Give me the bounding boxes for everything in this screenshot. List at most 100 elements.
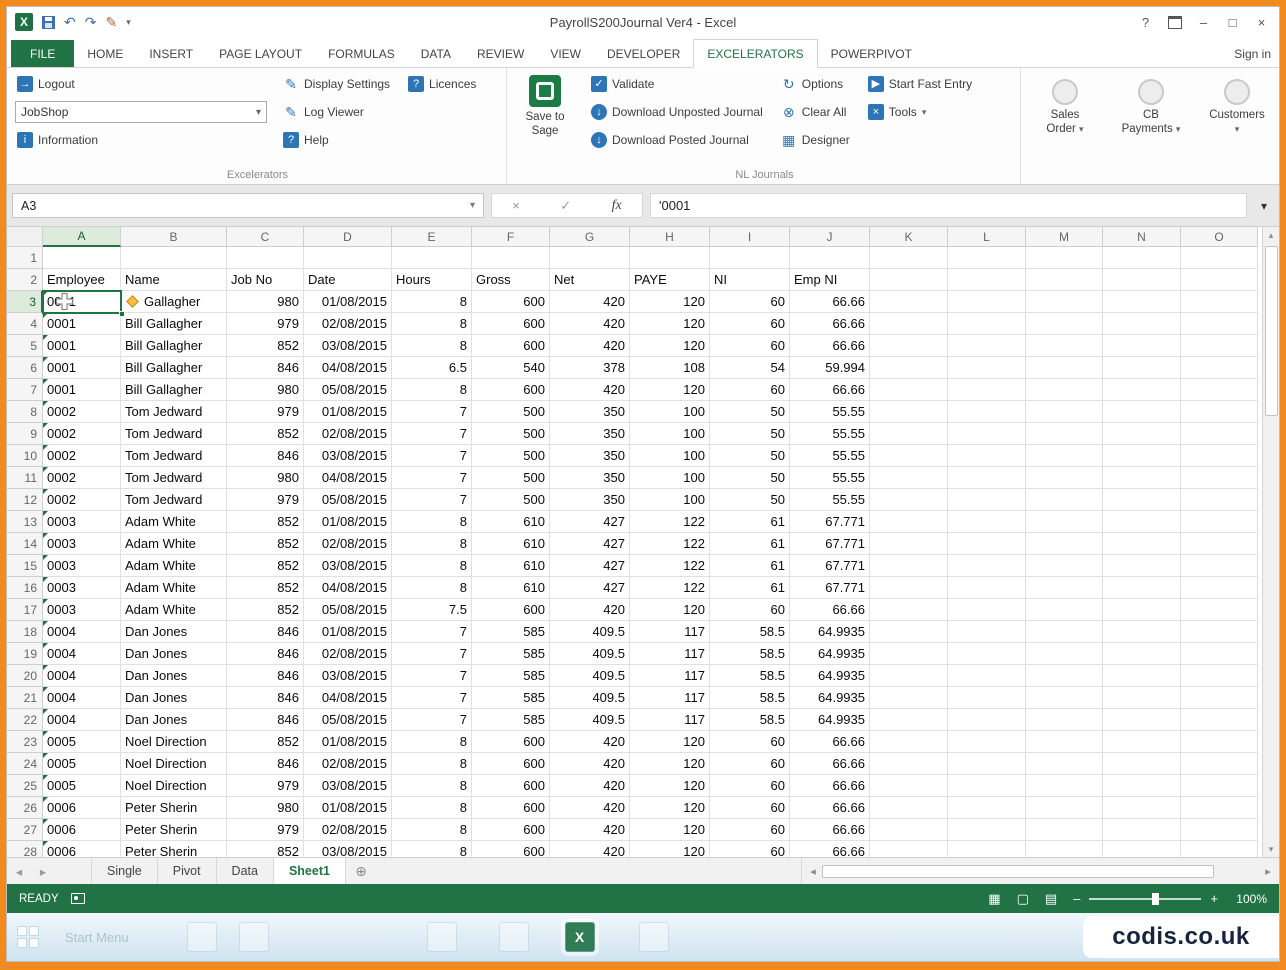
cell-L10[interactable]	[948, 445, 1026, 467]
cell-O23[interactable]	[1181, 731, 1258, 753]
cell-K21[interactable]	[870, 687, 948, 709]
cell-F11[interactable]: 500	[472, 467, 550, 489]
cell-E23[interactable]: 8	[392, 731, 472, 753]
cell-H5[interactable]: 120	[630, 335, 710, 357]
cell-K23[interactable]	[870, 731, 948, 753]
sheet-tab-data[interactable]: Data	[217, 858, 274, 884]
cell-C21[interactable]: 846	[227, 687, 304, 709]
browser-icon[interactable]	[499, 922, 529, 952]
cell-K26[interactable]	[870, 797, 948, 819]
excel-taskbar-icon[interactable]: X	[565, 922, 595, 952]
cell-G24[interactable]: 420	[550, 753, 630, 775]
column-header-K[interactable]: K	[870, 227, 948, 247]
cell-J21[interactable]: 64.9935	[790, 687, 870, 709]
undo-icon[interactable]: ↶	[64, 15, 76, 29]
sheet-nav-right-icon[interactable]: ▸	[31, 858, 55, 884]
tools-dropdown-button[interactable]: × Tools ▾	[866, 101, 974, 123]
cell-F7[interactable]: 600	[472, 379, 550, 401]
cell-E9[interactable]: 7	[392, 423, 472, 445]
cell-N6[interactable]	[1103, 357, 1181, 379]
cell-B5[interactable]: Bill Gallagher	[121, 335, 227, 357]
cell-D26[interactable]: 01/08/2015	[304, 797, 392, 819]
cell-O19[interactable]	[1181, 643, 1258, 665]
row-header-1[interactable]: 1	[7, 247, 43, 269]
cell-A21[interactable]: 0004	[43, 687, 121, 709]
cell-O15[interactable]	[1181, 555, 1258, 577]
cell-G2[interactable]: Net	[550, 269, 630, 291]
cell-E20[interactable]: 7	[392, 665, 472, 687]
cell-N2[interactable]	[1103, 269, 1181, 291]
cell-J2[interactable]: Emp NI	[790, 269, 870, 291]
row-header-11[interactable]: 11	[7, 467, 43, 489]
cell-G22[interactable]: 409.5	[550, 709, 630, 731]
cell-O5[interactable]	[1181, 335, 1258, 357]
sheet-nav-left-icon[interactable]: ◂	[7, 858, 31, 884]
restore-icon[interactable]: □	[1219, 11, 1246, 33]
cell-E2[interactable]: Hours	[392, 269, 472, 291]
cell-M22[interactable]	[1026, 709, 1103, 731]
cell-M28[interactable]	[1026, 841, 1103, 857]
cell-N15[interactable]	[1103, 555, 1181, 577]
cell-G26[interactable]: 420	[550, 797, 630, 819]
tab-home[interactable]: HOME	[74, 40, 136, 67]
cell-A22[interactable]: 0004	[43, 709, 121, 731]
cell-O22[interactable]	[1181, 709, 1258, 731]
cell-B25[interactable]: Noel Direction	[121, 775, 227, 797]
cell-M23[interactable]	[1026, 731, 1103, 753]
cell-K1[interactable]	[870, 247, 948, 269]
cell-M4[interactable]	[1026, 313, 1103, 335]
cell-A13[interactable]: 0003	[43, 511, 121, 533]
cell-A27[interactable]: 0006	[43, 819, 121, 841]
cell-I10[interactable]: 50	[710, 445, 790, 467]
cell-L3[interactable]	[948, 291, 1026, 313]
cell-D3[interactable]: 01/08/2015	[304, 291, 392, 313]
cell-D15[interactable]: 03/08/2015	[304, 555, 392, 577]
row-header-26[interactable]: 26	[7, 797, 43, 819]
cell-C7[interactable]: 980	[227, 379, 304, 401]
name-box[interactable]: A3 ▾	[12, 193, 484, 218]
cell-H9[interactable]: 100	[630, 423, 710, 445]
cell-O26[interactable]	[1181, 797, 1258, 819]
cell-N5[interactable]	[1103, 335, 1181, 357]
clipboard-icon[interactable]	[239, 922, 269, 952]
cell-I1[interactable]	[710, 247, 790, 269]
row-header-6[interactable]: 6	[7, 357, 43, 379]
cell-I19[interactable]: 58.5	[710, 643, 790, 665]
row-header-10[interactable]: 10	[7, 445, 43, 467]
cell-M11[interactable]	[1026, 467, 1103, 489]
cell-B8[interactable]: Tom Jedward	[121, 401, 227, 423]
row-header-7[interactable]: 7	[7, 379, 43, 401]
cell-M9[interactable]	[1026, 423, 1103, 445]
attachment-icon[interactable]	[639, 922, 669, 952]
minimize-icon[interactable]: –	[1190, 11, 1217, 33]
logout-button[interactable]: → Logout	[15, 73, 267, 95]
cell-A7[interactable]: 0001	[43, 379, 121, 401]
cell-A10[interactable]: 0002	[43, 445, 121, 467]
cell-O24[interactable]	[1181, 753, 1258, 775]
scroll-left-icon[interactable]: ◂	[804, 865, 822, 878]
cell-C22[interactable]: 846	[227, 709, 304, 731]
scroll-up-icon[interactable]: ▴	[1263, 227, 1279, 243]
cell-E19[interactable]: 7	[392, 643, 472, 665]
tab-view[interactable]: VIEW	[537, 40, 594, 67]
cell-I22[interactable]: 58.5	[710, 709, 790, 731]
cell-B20[interactable]: Dan Jones	[121, 665, 227, 687]
row-header-8[interactable]: 8	[7, 401, 43, 423]
cell-N3[interactable]	[1103, 291, 1181, 313]
cell-D27[interactable]: 02/08/2015	[304, 819, 392, 841]
cell-M17[interactable]	[1026, 599, 1103, 621]
cell-E8[interactable]: 7	[392, 401, 472, 423]
macro-record-icon[interactable]	[71, 893, 85, 904]
cell-M27[interactable]	[1026, 819, 1103, 841]
cell-J4[interactable]: 66.66	[790, 313, 870, 335]
error-options-icon[interactable]	[126, 295, 139, 308]
cell-B7[interactable]: Bill Gallagher	[121, 379, 227, 401]
cell-B28[interactable]: Peter Sherin	[121, 841, 227, 857]
cell-N27[interactable]	[1103, 819, 1181, 841]
cell-D8[interactable]: 01/08/2015	[304, 401, 392, 423]
cell-B21[interactable]: Dan Jones	[121, 687, 227, 709]
sheet-tab-single[interactable]: Single	[91, 858, 158, 884]
cell-I5[interactable]: 60	[710, 335, 790, 357]
cell-B18[interactable]: Dan Jones	[121, 621, 227, 643]
cell-K19[interactable]	[870, 643, 948, 665]
